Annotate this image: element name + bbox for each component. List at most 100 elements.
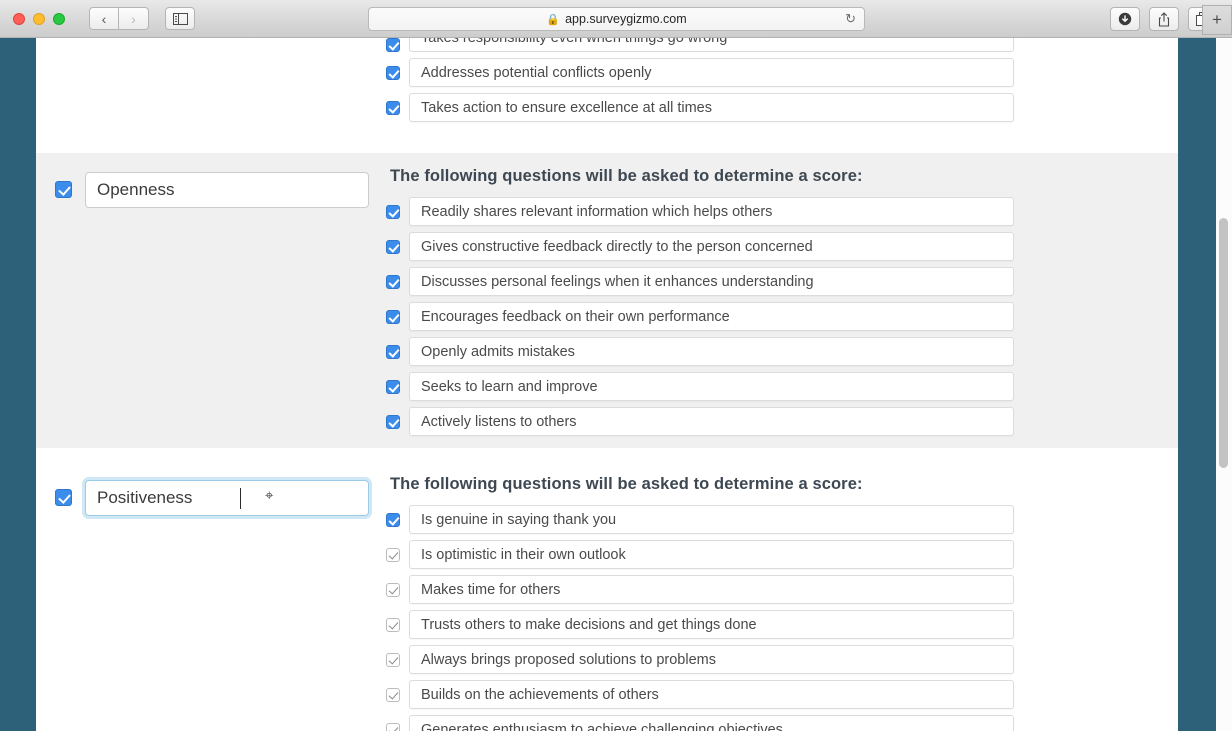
questions-heading-positiveness: The following questions will be asked to… bbox=[390, 475, 863, 493]
sidebar-toggle-button[interactable] bbox=[165, 7, 195, 30]
window-controls[interactable] bbox=[13, 12, 65, 25]
minimize-window-button[interactable] bbox=[33, 12, 45, 25]
question-row[interactable]: Encourages feedback on their own perform… bbox=[386, 302, 1178, 331]
question-label: Is optimistic in their own outlook bbox=[421, 546, 626, 563]
question-checkbox[interactable] bbox=[386, 274, 400, 289]
text-caret bbox=[240, 488, 241, 509]
question-checkbox[interactable] bbox=[386, 100, 400, 115]
share-button[interactable] bbox=[1149, 7, 1179, 31]
right-nav-rail[interactable] bbox=[1178, 38, 1216, 731]
category-checkbox-positiveness[interactable] bbox=[55, 489, 72, 506]
category-checkbox-openness[interactable] bbox=[55, 181, 72, 198]
question-label-box: Builds on the achievements of others bbox=[409, 680, 1014, 709]
question-label-box: Discusses personal feelings when it enha… bbox=[409, 267, 1014, 296]
question-label: Encourages feedback on their own perform… bbox=[421, 308, 730, 325]
question-label: Discusses personal feelings when it enha… bbox=[421, 273, 814, 290]
lock-icon: 🔒 bbox=[546, 13, 561, 26]
question-row[interactable]: Seeks to learn and improve bbox=[386, 372, 1178, 401]
page-viewport: Takes responsibility even when things go… bbox=[0, 38, 1232, 731]
reload-button[interactable]: ↻ bbox=[845, 11, 856, 27]
section-openness: The following questions will be asked to… bbox=[36, 153, 1178, 448]
question-label-box: Is genuine in saying thank you bbox=[409, 505, 1014, 534]
question-row[interactable]: Always brings proposed solutions to prob… bbox=[386, 645, 1178, 674]
maximize-window-button[interactable] bbox=[53, 12, 65, 25]
question-row[interactable]: Is genuine in saying thank you bbox=[386, 505, 1178, 534]
survey-builder-content: Takes responsibility even when things go… bbox=[36, 38, 1178, 731]
question-label-box: Takes action to ensure excellence at all… bbox=[409, 93, 1014, 122]
close-window-button[interactable] bbox=[13, 12, 25, 25]
question-row[interactable]: Takes responsibility even when things go… bbox=[386, 38, 1178, 52]
question-checkbox[interactable] bbox=[386, 512, 400, 527]
share-icon bbox=[1158, 11, 1170, 27]
question-checkbox[interactable] bbox=[386, 344, 400, 359]
question-label-box: Takes responsibility even when things go… bbox=[409, 38, 1014, 52]
question-row[interactable]: Discusses personal feelings when it enha… bbox=[386, 267, 1178, 296]
question-label: Takes responsibility even when things go… bbox=[421, 38, 727, 46]
section-partial: Takes responsibility even when things go… bbox=[36, 38, 1178, 140]
question-label: Is genuine in saying thank you bbox=[421, 511, 617, 528]
left-nav-rail[interactable] bbox=[0, 38, 36, 731]
question-label-box: Readily shares relevant information whic… bbox=[409, 197, 1014, 226]
question-row[interactable]: Makes time for others bbox=[386, 575, 1178, 604]
question-label-box: Is optimistic in their own outlook bbox=[409, 540, 1014, 569]
question-label-box: Actively listens to others bbox=[409, 407, 1014, 436]
question-checkbox[interactable] bbox=[386, 379, 400, 394]
question-label-box: Gives constructive feedback directly to … bbox=[409, 232, 1014, 261]
question-label: Readily shares relevant information whic… bbox=[421, 203, 773, 220]
page-scrollbar-thumb[interactable] bbox=[1219, 218, 1228, 468]
question-label-box: Seeks to learn and improve bbox=[409, 372, 1014, 401]
address-bar[interactable]: 🔒 app.surveygizmo.com ↻ bbox=[368, 7, 865, 31]
section-positiveness: ⌖ The following questions will be asked … bbox=[36, 461, 1178, 731]
question-row[interactable]: Addresses potential conflicts openly bbox=[386, 58, 1178, 87]
question-label: Actively listens to others bbox=[421, 413, 577, 430]
question-label: Seeks to learn and improve bbox=[421, 378, 598, 395]
chevron-right-icon: › bbox=[131, 10, 136, 27]
question-checkbox[interactable] bbox=[386, 652, 400, 667]
navigation-buttons[interactable]: ‹ › bbox=[89, 7, 149, 30]
question-row[interactable]: Builds on the achievements of others bbox=[386, 680, 1178, 709]
category-name-input-openness[interactable] bbox=[85, 172, 369, 208]
question-label-box: Always brings proposed solutions to prob… bbox=[409, 645, 1014, 674]
question-checkbox[interactable] bbox=[386, 722, 400, 731]
question-checkbox[interactable] bbox=[386, 204, 400, 219]
question-row[interactable]: Is optimistic in their own outlook bbox=[386, 540, 1178, 569]
question-row[interactable]: Actively listens to others bbox=[386, 407, 1178, 436]
question-checkbox[interactable] bbox=[386, 239, 400, 254]
question-label: Generates enthusiasm to achieve challeng… bbox=[421, 721, 783, 731]
question-checkbox[interactable] bbox=[386, 617, 400, 632]
questions-heading-openness: The following questions will be asked to… bbox=[390, 167, 863, 185]
ibeam-cursor-icon: ⌖ bbox=[265, 488, 274, 504]
question-label-box: Trusts others to make decisions and get … bbox=[409, 610, 1014, 639]
question-label: Builds on the achievements of others bbox=[421, 686, 659, 703]
question-checkbox[interactable] bbox=[386, 582, 400, 597]
question-list-openness: The following questions will be asked to… bbox=[386, 153, 1178, 448]
question-row[interactable]: Readily shares relevant information whic… bbox=[386, 197, 1178, 226]
question-list-positiveness: The following questions will be asked to… bbox=[386, 461, 1178, 731]
category-name-input-positiveness[interactable] bbox=[85, 480, 369, 516]
question-label: Makes time for others bbox=[421, 581, 561, 598]
downloads-button[interactable] bbox=[1110, 7, 1140, 31]
forward-button[interactable]: › bbox=[119, 7, 149, 30]
question-label-box: Encourages feedback on their own perform… bbox=[409, 302, 1014, 331]
question-row[interactable]: Trusts others to make decisions and get … bbox=[386, 610, 1178, 639]
question-checkbox[interactable] bbox=[386, 687, 400, 702]
url-text: app.surveygizmo.com bbox=[565, 12, 687, 26]
question-row[interactable]: Gives constructive feedback directly to … bbox=[386, 232, 1178, 261]
new-tab-button[interactable]: + bbox=[1202, 5, 1232, 35]
question-row[interactable]: Generates enthusiasm to achieve challeng… bbox=[386, 715, 1178, 731]
sidebar-icon bbox=[172, 12, 188, 25]
question-row[interactable]: Takes action to ensure excellence at all… bbox=[386, 93, 1178, 122]
question-checkbox[interactable] bbox=[386, 547, 400, 562]
back-button[interactable]: ‹ bbox=[89, 7, 119, 30]
question-checkbox[interactable] bbox=[386, 38, 400, 52]
question-label-box: Openly admits mistakes bbox=[409, 337, 1014, 366]
question-checkbox[interactable] bbox=[386, 309, 400, 324]
question-label-box: Generates enthusiasm to achieve challeng… bbox=[409, 715, 1014, 731]
question-list-partial: Takes responsibility even when things go… bbox=[386, 38, 1178, 140]
plus-icon: + bbox=[1212, 10, 1222, 29]
question-label-box: Makes time for others bbox=[409, 575, 1014, 604]
question-row[interactable]: Openly admits mistakes bbox=[386, 337, 1178, 366]
question-checkbox[interactable] bbox=[386, 65, 400, 80]
question-checkbox[interactable] bbox=[386, 414, 400, 429]
question-label: Trusts others to make decisions and get … bbox=[421, 616, 757, 633]
